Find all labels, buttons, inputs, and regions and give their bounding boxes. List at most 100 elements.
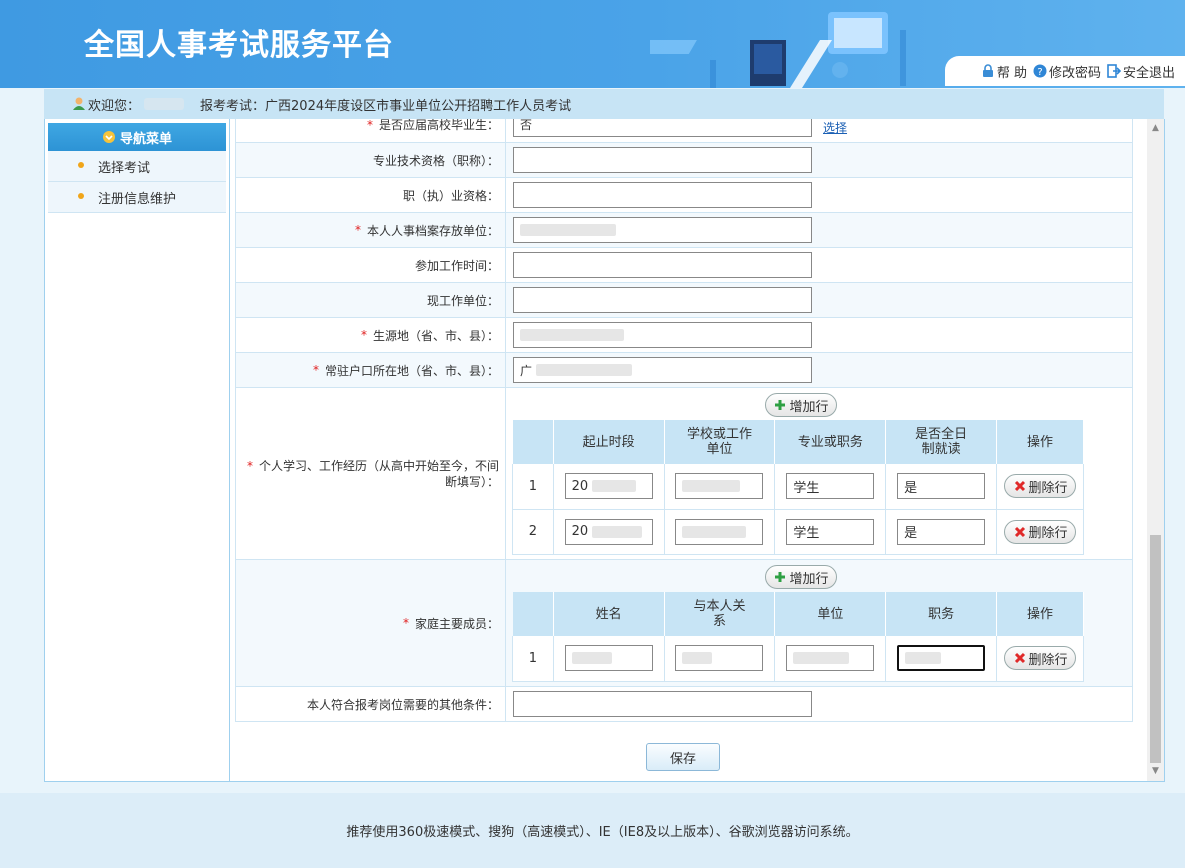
table-row: 1 20 学生 是 删除行 [512, 464, 1084, 510]
table-row: 1 删除行 [512, 636, 1084, 682]
form-row-work-time: 参加工作时间： [235, 248, 1133, 283]
nav-menu-header: 导航菜单 [48, 123, 226, 151]
add-family-row-button[interactable]: 增加行 [765, 565, 837, 589]
required-mark: * [366, 119, 373, 132]
period-input[interactable]: 20 [564, 473, 653, 500]
logout-link[interactable]: 安全退出 [1107, 62, 1175, 81]
username-masked [144, 98, 185, 110]
required-mark: * [246, 458, 253, 473]
help-label: 帮 助 [996, 65, 1027, 81]
nav-menu-title: 导航菜单 [119, 131, 172, 147]
welcome-greeting: 欢迎您： [88, 98, 141, 114]
footer: 推荐使用360极速模式、搜狗（高速模式）、IE（IE8及以上版本）、谷歌浏览器访… [0, 793, 1185, 868]
professional-title-field[interactable] [513, 147, 812, 173]
school-input[interactable] [675, 473, 764, 500]
period-input[interactable]: 20 [564, 518, 653, 545]
major-input[interactable]: 学生 [786, 518, 875, 545]
form-row-graduate: * 是否应届高校毕业生： 否 选择 [235, 119, 1133, 143]
graduate-field[interactable]: 否 [513, 119, 812, 137]
field-label: 本人人事档案存放单位： [366, 223, 499, 238]
fulltime-input[interactable]: 是 [897, 473, 986, 500]
sidebar-item-registration-info[interactable]: 注册信息维护 [48, 182, 226, 213]
sidebar-item-label: 注册信息维护 [98, 191, 177, 207]
residence-field[interactable]: 广 [513, 357, 812, 383]
current-unit-field[interactable] [513, 287, 812, 313]
unit-input[interactable] [786, 645, 875, 672]
field-label: 个人学习、工作经历（从高中开始至今，不间断填写）： [258, 458, 499, 489]
form-row-current-unit: 现工作单位： [235, 283, 1133, 318]
svg-text:?: ? [1037, 67, 1042, 78]
qualification-field[interactable] [513, 182, 812, 208]
name-input[interactable] [564, 645, 653, 672]
field-label: 家庭主要成员： [414, 616, 499, 631]
form-row-title: 专业技术资格（职称）： [235, 143, 1133, 178]
change-password-link[interactable]: ? 修改密码 [1033, 62, 1101, 81]
bullet-icon [78, 193, 84, 199]
major-input[interactable]: 学生 [786, 473, 875, 500]
field-label: 专业技术资格（职称）： [372, 153, 499, 168]
field-label: 参加工作时间： [414, 258, 499, 273]
delete-row-button[interactable]: 删除行 [1004, 519, 1077, 544]
other-conditions-field[interactable] [513, 691, 812, 717]
masked-value [536, 364, 633, 376]
scroll-thumb[interactable] [1150, 535, 1161, 763]
exam-label: 报考考试： [200, 98, 266, 114]
form-row-origin: * 生源地（省、市、县）： [235, 318, 1133, 353]
position-input[interactable] [897, 645, 986, 672]
delete-x-icon [1014, 526, 1025, 537]
fulltime-input[interactable]: 是 [897, 518, 986, 545]
relation-input[interactable] [675, 645, 764, 672]
family-table: 姓名 与本人关系 单位 职务 操作 1 删除行 [512, 592, 1084, 682]
main-content: * 是否应届高校毕业生： 否 选择 专业技术资格（职称）： 职（执）业资格： * 本… [230, 119, 1165, 782]
header: 全国人事考试服务平台 帮 助 ? 修改密码 安全退出 [0, 0, 1185, 88]
experience-table: 起止时段 学校或工作单位 专业或职务 是否全日制就读 操作 1 20 学生 是 … [512, 420, 1084, 555]
help-link[interactable]: 帮 助 [981, 62, 1027, 81]
delete-row-button[interactable]: 删除行 [1004, 474, 1077, 499]
plus-icon [775, 572, 786, 582]
table-row: 2 20 学生 是 删除行 [512, 509, 1084, 555]
sidebar: 导航菜单 选择考试 注册信息维护 [44, 119, 230, 782]
scroll-down-arrow-icon[interactable]: ▼ [1150, 766, 1161, 778]
required-mark: * [354, 223, 361, 237]
form-row-residence: * 常驻户口所在地（省、市、县）： 广 [235, 353, 1133, 388]
header-illustration [650, 12, 906, 88]
form-row-qualification: 职（执）业资格： [235, 178, 1133, 213]
sidebar-item-label: 选择考试 [98, 160, 151, 176]
form-row-archive: * 本人人事档案存放单位： [235, 213, 1133, 248]
required-mark: * [312, 363, 319, 377]
plus-icon [775, 400, 786, 410]
school-input[interactable] [675, 518, 764, 545]
question-icon: ? [1033, 64, 1047, 78]
site-title: 全国人事考试服务平台 [84, 28, 394, 63]
field-label: 本人符合报考岗位需要的其他条件： [306, 697, 499, 712]
delete-row-button[interactable]: 删除行 [1004, 646, 1077, 671]
lock-icon [982, 64, 993, 77]
save-button[interactable]: 保存 [646, 743, 720, 771]
bullet-icon [78, 162, 84, 168]
exam-name: 广西2024年度设区市事业单位公开招聘工作人员考试 [265, 98, 572, 114]
user-icon [73, 97, 85, 110]
work-start-field[interactable] [513, 252, 812, 278]
delete-x-icon [1014, 653, 1025, 664]
sidebar-item-select-exam[interactable]: 选择考试 [48, 151, 226, 182]
scroll-up-arrow-icon[interactable]: ▲ [1150, 123, 1161, 135]
logout-label: 安全退出 [1122, 65, 1175, 81]
vertical-scrollbar[interactable]: ▲ ▼ [1147, 119, 1164, 781]
origin-field[interactable] [513, 322, 812, 348]
form-row-other: 本人符合报考岗位需要的其他条件： [235, 687, 1133, 722]
field-label: 是否应届高校毕业生： [378, 119, 499, 132]
masked-value [520, 224, 616, 236]
archive-unit-field[interactable] [513, 217, 812, 243]
change-password-label: 修改密码 [1048, 65, 1101, 81]
field-label: 现工作单位： [426, 293, 499, 308]
browser-recommendation: 推荐使用360极速模式、搜狗（高速模式）、IE（IE8及以上版本）、谷歌浏览器访… [346, 825, 859, 840]
table-header-row: 起止时段 学校或工作单位 专业或职务 是否全日制就读 操作 [512, 420, 1084, 464]
welcome-bar: 欢迎您： 报考考试： 广西2024年度设区市事业单位公开招聘工作人员考试 [44, 89, 1164, 119]
select-link[interactable]: 选择 [823, 119, 847, 136]
table-header-row: 姓名 与本人关系 单位 职务 操作 [512, 592, 1084, 636]
required-mark: * [360, 328, 367, 342]
form-row-family: * 家庭主要成员： 增加行 姓名 与本人关系 单位 职务 操作 1 删除行 [235, 560, 1133, 687]
add-experience-row-button[interactable]: 增加行 [765, 393, 837, 417]
form-row-experience: * 个人学习、工作经历（从高中开始至今，不间断填写）： 增加行 起止时段 学校或工… [235, 388, 1133, 560]
delete-x-icon [1014, 481, 1025, 492]
